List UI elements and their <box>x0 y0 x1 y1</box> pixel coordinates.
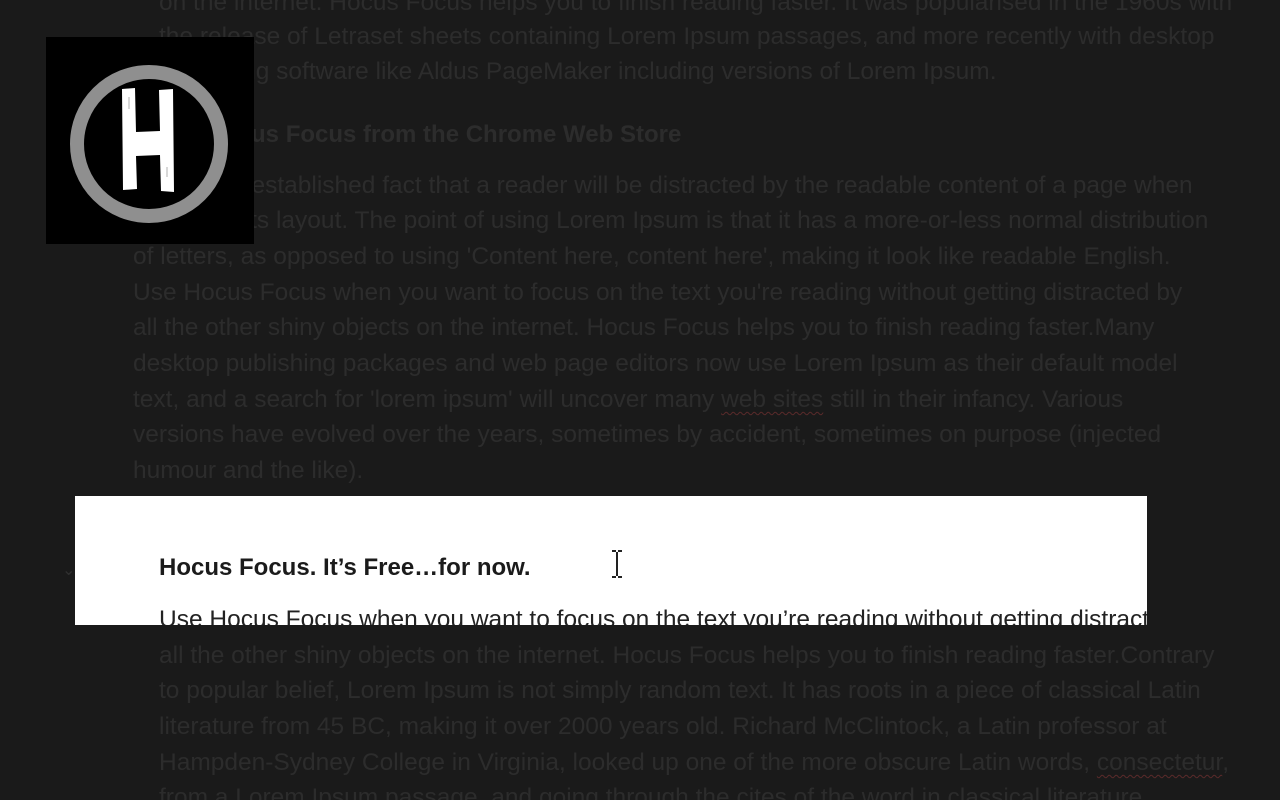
dimmed-line: desktop publishing packages and web page… <box>133 350 1178 377</box>
text-cursor-icon <box>612 550 622 578</box>
dimmed-line: the release of Letraset sheets containin… <box>159 23 1215 50</box>
dimmed-line: on the internet. Hocus Focus helps you t… <box>159 0 1233 16</box>
dimmed-line: Hampden-Sydney College in Virginia, look… <box>159 748 1229 778</box>
hocus-focus-logo[interactable] <box>46 37 254 244</box>
dimmed-text: , <box>1222 749 1230 776</box>
hocus-focus-h-logo <box>70 65 228 223</box>
misspelled-word[interactable]: consectetur <box>1097 749 1222 776</box>
dimmed-line: humour and the like). <box>133 457 364 484</box>
dimmed-line: of letters, as opposed to using 'Content… <box>133 243 1171 270</box>
chevron-down-icon: ⌄ <box>62 562 76 579</box>
dimmed-line: publishing software like Aldus PageMaker… <box>159 58 997 85</box>
dimmed-text: Hampden-Sydney College in Virginia, look… <box>159 749 1097 776</box>
focused-heading[interactable]: Hocus Focus. It’s Free…for now. <box>159 554 531 582</box>
dimmed-line: all the other shiny objects on the inter… <box>133 314 1155 341</box>
dimmed-line: to popular belief, Lorem Ipsum is not si… <box>159 677 1201 704</box>
dimmed-line: literature from 45 BC, making it over 20… <box>159 713 1167 740</box>
dimmed-line: looking at its layout. The point of usin… <box>133 207 1209 234</box>
dimmed-text: text, and a search for 'lorem ipsum' wil… <box>133 386 722 413</box>
dimmed-text: still in their infancy. Various <box>823 386 1124 413</box>
dimmed-line: all the other shiny objects on the inter… <box>159 642 1215 669</box>
document-page: on the internet. Hocus Focus helps you t… <box>0 0 1280 800</box>
dimmed-line: from a Lorem Ipsum passage, and going th… <box>159 784 1150 800</box>
focused-line[interactable]: Use Hocus Focus when you want to focus o… <box>159 605 1147 625</box>
dimmed-line: It is a long established fact that a rea… <box>133 172 1193 199</box>
dimmed-line: versions have evolved over the years, so… <box>133 421 1162 448</box>
misspelled-word[interactable]: web sites <box>721 386 823 413</box>
dimmed-line: Use Hocus Focus when you want to focus o… <box>133 279 1183 306</box>
dimmed-line: text, and a search for 'lorem ipsum' wil… <box>133 385 1123 415</box>
